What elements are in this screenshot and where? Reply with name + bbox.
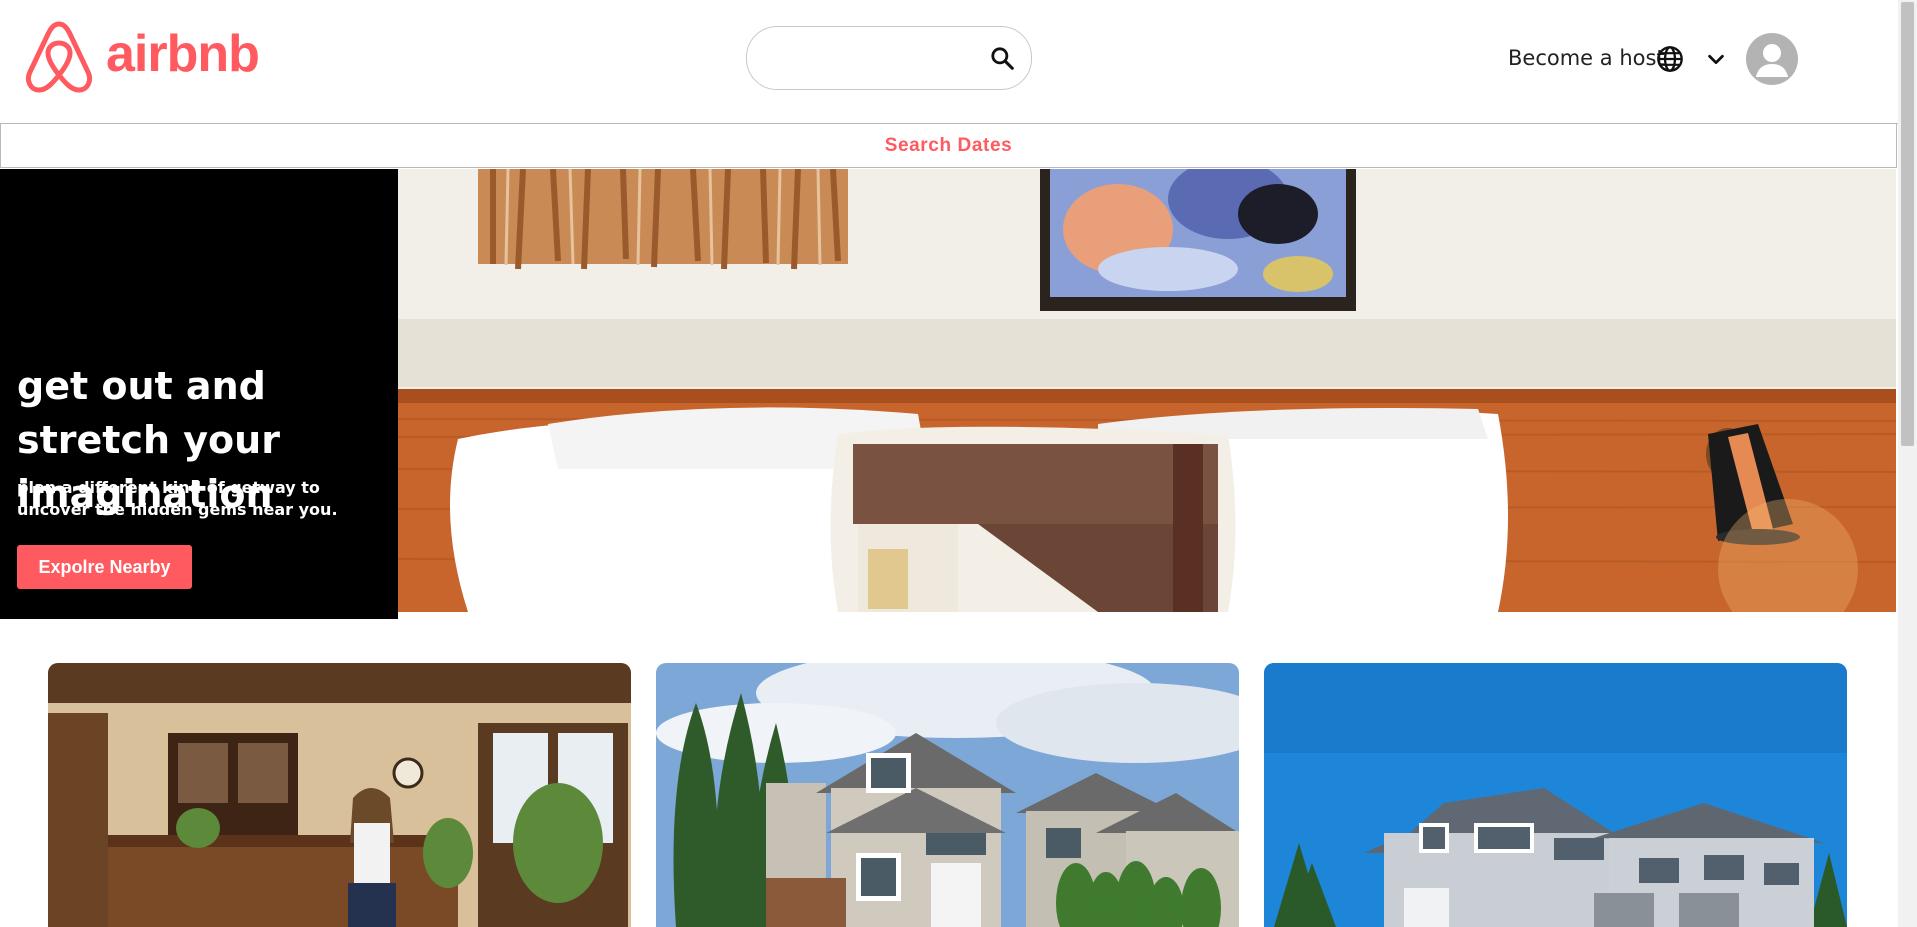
become-host-link[interactable]: Become a host — [1508, 46, 1665, 70]
chevron-down-icon[interactable] — [1705, 48, 1727, 70]
user-avatar-button[interactable] — [1746, 33, 1798, 85]
listing-card[interactable] — [1264, 663, 1847, 927]
host-in-dining-room-photo — [48, 663, 631, 927]
scrollbar-thumb[interactable] — [1901, 2, 1914, 446]
search-dates-label[interactable]: Search Dates — [885, 135, 1013, 157]
airbnb-logo[interactable]: airbnb — [22, 16, 260, 96]
hero-subtitle: plan a different kind of getway to uncov… — [17, 478, 338, 519]
macrame-wall-hanging — [478, 169, 848, 270]
listing-card[interactable] — [48, 663, 631, 927]
page-scrollbar[interactable] — [1898, 0, 1917, 927]
search-input[interactable] — [769, 41, 973, 75]
search-icon[interactable] — [989, 45, 1015, 71]
top-navbar: airbnb Become a host — [0, 0, 1898, 124]
search-bar[interactable] — [746, 26, 1032, 90]
explore-nearby-button[interactable]: Expolre Nearby — [17, 545, 192, 589]
listing-card[interactable] — [656, 663, 1239, 927]
brand-name: airbnb — [106, 25, 260, 83]
user-avatar-icon — [1756, 44, 1788, 77]
search-dates-bar[interactable]: Search Dates — [0, 124, 1897, 168]
hero-text-panel: get out and stretch your imagination pla… — [0, 169, 398, 619]
airbnb-logo-icon — [25, 21, 93, 93]
patterned-cushion — [830, 426, 1236, 612]
blue-sky-house-photo — [1264, 663, 1847, 927]
hero-bedroom-image — [398, 169, 1896, 612]
framed-painting — [1040, 169, 1356, 311]
suburban-house-photo — [656, 663, 1239, 927]
globe-icon[interactable] — [1656, 45, 1684, 73]
